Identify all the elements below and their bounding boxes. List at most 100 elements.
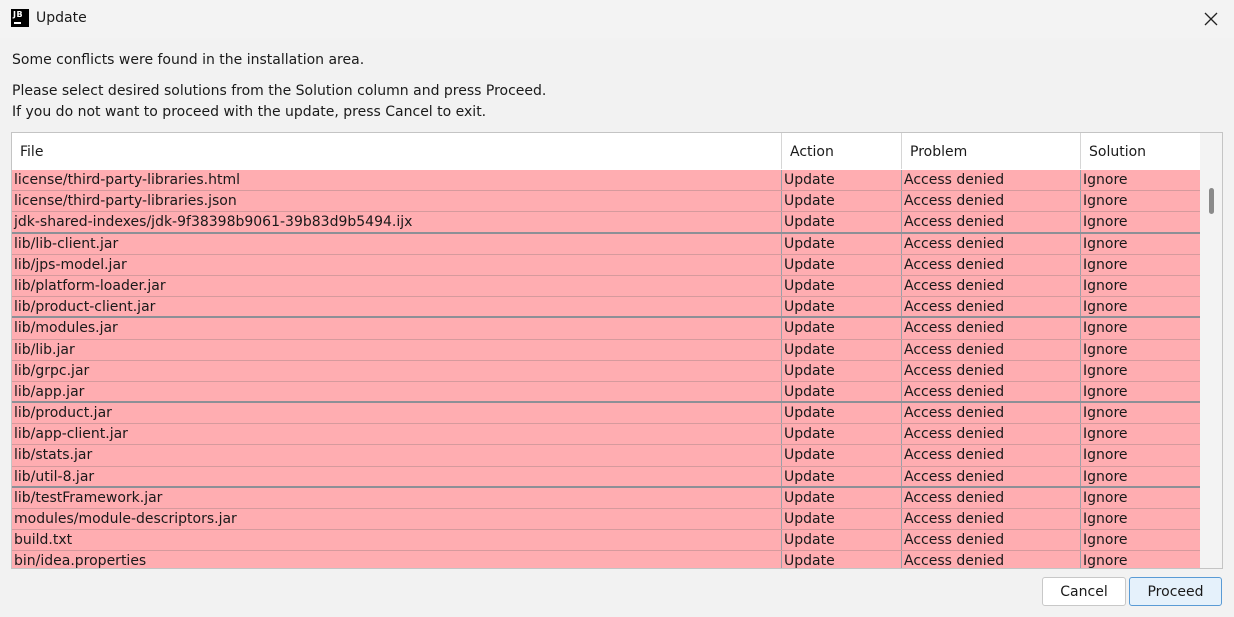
problem-cell: Access denied bbox=[902, 509, 1081, 530]
action-cell: Update bbox=[782, 509, 902, 530]
table-row[interactable]: lib/stats.jar Update Access denied Ignore bbox=[12, 445, 1200, 467]
solution-cell[interactable]: Ignore bbox=[1081, 234, 1200, 254]
problem-cell: Access denied bbox=[902, 403, 1081, 424]
file-cell: lib/platform-loader.jar bbox=[12, 275, 782, 297]
solution-cell[interactable]: Ignore bbox=[1081, 318, 1200, 338]
file-cell: jdk-shared-indexes/jdk-9f38398b9061-39b8… bbox=[12, 212, 782, 232]
file-cell: lib/app-client.jar bbox=[12, 424, 782, 445]
action-cell: Update bbox=[782, 297, 902, 317]
problem-cell: Access denied bbox=[902, 551, 1081, 568]
file-cell: lib/lib-client.jar bbox=[12, 233, 782, 254]
file-cell: lib/grpc.jar bbox=[12, 360, 782, 381]
action-cell: Update bbox=[782, 318, 902, 339]
file-cell: build.txt bbox=[12, 530, 782, 551]
column-header-action[interactable]: Action bbox=[782, 133, 902, 169]
solution-cell[interactable]: Ignore bbox=[1081, 551, 1200, 568]
solution-cell[interactable]: Ignore bbox=[1081, 530, 1200, 550]
action-cell: Update bbox=[782, 530, 902, 551]
file-cell: license/third-party-libraries.html bbox=[12, 170, 782, 191]
table-row[interactable]: bin/idea.properties Update Access denied Ig… bbox=[12, 551, 1200, 568]
table-row[interactable]: lib/product-client.jar Update Access denie… bbox=[12, 297, 1200, 319]
table-row[interactable]: lib/lib.jar Update Access denied Ignore bbox=[12, 339, 1200, 361]
window-title: Update bbox=[36, 10, 87, 26]
table-row[interactable]: lib/app-client.jar Update Access denied Ign… bbox=[12, 424, 1200, 446]
solution-cell[interactable]: Ignore bbox=[1081, 276, 1200, 296]
table-row[interactable]: lib/product.jar Update Access denied Ignore bbox=[12, 403, 1200, 425]
action-cell: Update bbox=[782, 233, 902, 254]
solution-cell[interactable]: Ignore bbox=[1081, 445, 1200, 465]
column-header-problem[interactable]: Problem bbox=[902, 133, 1081, 169]
action-cell: Update bbox=[782, 424, 902, 445]
problem-cell: Access denied bbox=[902, 381, 1081, 402]
file-cell: modules/module-descriptors.jar bbox=[12, 509, 782, 530]
solution-cell[interactable]: Ignore bbox=[1081, 467, 1200, 486]
table-row[interactable]: license/third-party-libraries.html Update… bbox=[12, 170, 1200, 192]
file-cell: lib/util-8.jar bbox=[12, 466, 782, 486]
solution-cell[interactable]: Ignore bbox=[1081, 361, 1200, 381]
table-row[interactable]: modules/module-descriptors.jar Update Acce… bbox=[12, 509, 1200, 531]
action-cell: Update bbox=[782, 191, 902, 212]
problem-cell: Access denied bbox=[902, 360, 1081, 381]
solution-cell[interactable]: Ignore bbox=[1081, 212, 1200, 231]
problem-cell: Access denied bbox=[902, 339, 1081, 360]
table-body: license/third-party-libraries.html Update… bbox=[12, 170, 1200, 568]
file-cell: lib/modules.jar bbox=[12, 318, 782, 339]
table-row[interactable]: lib/lib-client.jar Update Access denied Ign… bbox=[12, 233, 1200, 255]
problem-cell: Access denied bbox=[902, 254, 1081, 275]
solution-cell[interactable]: Ignore bbox=[1081, 191, 1200, 211]
file-cell: lib/product.jar bbox=[12, 403, 782, 424]
scrollbar-thumb[interactable] bbox=[1209, 188, 1214, 214]
title-bar: JB Update bbox=[0, 0, 1234, 38]
vertical-scrollbar[interactable] bbox=[1200, 133, 1222, 568]
table-row[interactable]: jdk-shared-indexes/jdk-9f38398b9061-39b8… bbox=[12, 212, 1200, 234]
file-cell: license/third-party-libraries.json bbox=[12, 191, 782, 212]
solution-cell[interactable]: Ignore bbox=[1081, 382, 1200, 401]
problem-cell: Access denied bbox=[902, 530, 1081, 551]
action-cell: Update bbox=[782, 275, 902, 297]
solution-cell[interactable]: Ignore bbox=[1081, 424, 1200, 444]
file-cell: lib/testFramework.jar bbox=[12, 487, 782, 508]
solution-cell[interactable]: Ignore bbox=[1081, 340, 1200, 360]
table-row[interactable]: lib/modules.jar Update Access denied Ignore bbox=[12, 318, 1200, 340]
problem-cell: Access denied bbox=[902, 233, 1081, 254]
close-button[interactable] bbox=[1188, 0, 1234, 38]
table-row[interactable]: lib/app.jar Update Access denied Ignore bbox=[12, 381, 1200, 404]
table-row[interactable]: lib/testFramework.jar Update Access denied… bbox=[12, 487, 1200, 509]
action-cell: Update bbox=[782, 360, 902, 381]
instruction-message: Please select desired solutions from the… bbox=[12, 83, 547, 99]
file-cell: lib/app.jar bbox=[12, 381, 782, 402]
solution-cell[interactable]: Ignore bbox=[1081, 255, 1200, 275]
solution-cell[interactable]: Ignore bbox=[1081, 403, 1200, 423]
table-row[interactable]: lib/platform-loader.jar Update Access deni… bbox=[12, 275, 1200, 298]
conflict-message: Some conflicts were found in the install… bbox=[12, 52, 365, 68]
table-row[interactable]: lib/jps-model.jar Update Access denied Igno… bbox=[12, 254, 1200, 276]
action-cell: Update bbox=[782, 212, 902, 232]
file-cell: lib/lib.jar bbox=[12, 339, 782, 360]
table-row[interactable]: build.txt Update Access denied Ignore bbox=[12, 530, 1200, 552]
action-cell: Update bbox=[782, 445, 902, 466]
cancel-message: If you do not want to proceed with the u… bbox=[12, 104, 487, 120]
column-header-file[interactable]: File bbox=[12, 133, 782, 169]
solution-cell[interactable]: Ignore bbox=[1081, 509, 1200, 529]
problem-cell: Access denied bbox=[902, 445, 1081, 466]
jetbrains-logo-icon: JB bbox=[11, 9, 29, 27]
close-icon bbox=[1204, 12, 1218, 26]
solution-cell[interactable]: Ignore bbox=[1081, 297, 1200, 316]
table-row[interactable]: lib/grpc.jar Update Access denied Ignore bbox=[12, 360, 1200, 382]
solution-cell[interactable]: Ignore bbox=[1081, 488, 1200, 508]
app-icon-text: JB bbox=[13, 10, 24, 19]
solution-cell[interactable]: Ignore bbox=[1081, 170, 1200, 190]
table-row[interactable]: license/third-party-libraries.json Update… bbox=[12, 191, 1200, 213]
action-cell: Update bbox=[782, 487, 902, 508]
problem-cell: Access denied bbox=[902, 170, 1081, 191]
action-cell: Update bbox=[782, 381, 902, 402]
file-cell: lib/product-client.jar bbox=[12, 297, 782, 317]
column-header-solution[interactable]: Solution bbox=[1081, 133, 1200, 169]
table-row[interactable]: lib/util-8.jar Update Access denied Ignore bbox=[12, 466, 1200, 488]
proceed-button[interactable]: Proceed bbox=[1129, 577, 1222, 606]
action-cell: Update bbox=[782, 551, 902, 568]
problem-cell: Access denied bbox=[902, 191, 1081, 212]
action-cell: Update bbox=[782, 254, 902, 275]
action-cell: Update bbox=[782, 170, 902, 191]
cancel-button[interactable]: Cancel bbox=[1042, 577, 1126, 606]
